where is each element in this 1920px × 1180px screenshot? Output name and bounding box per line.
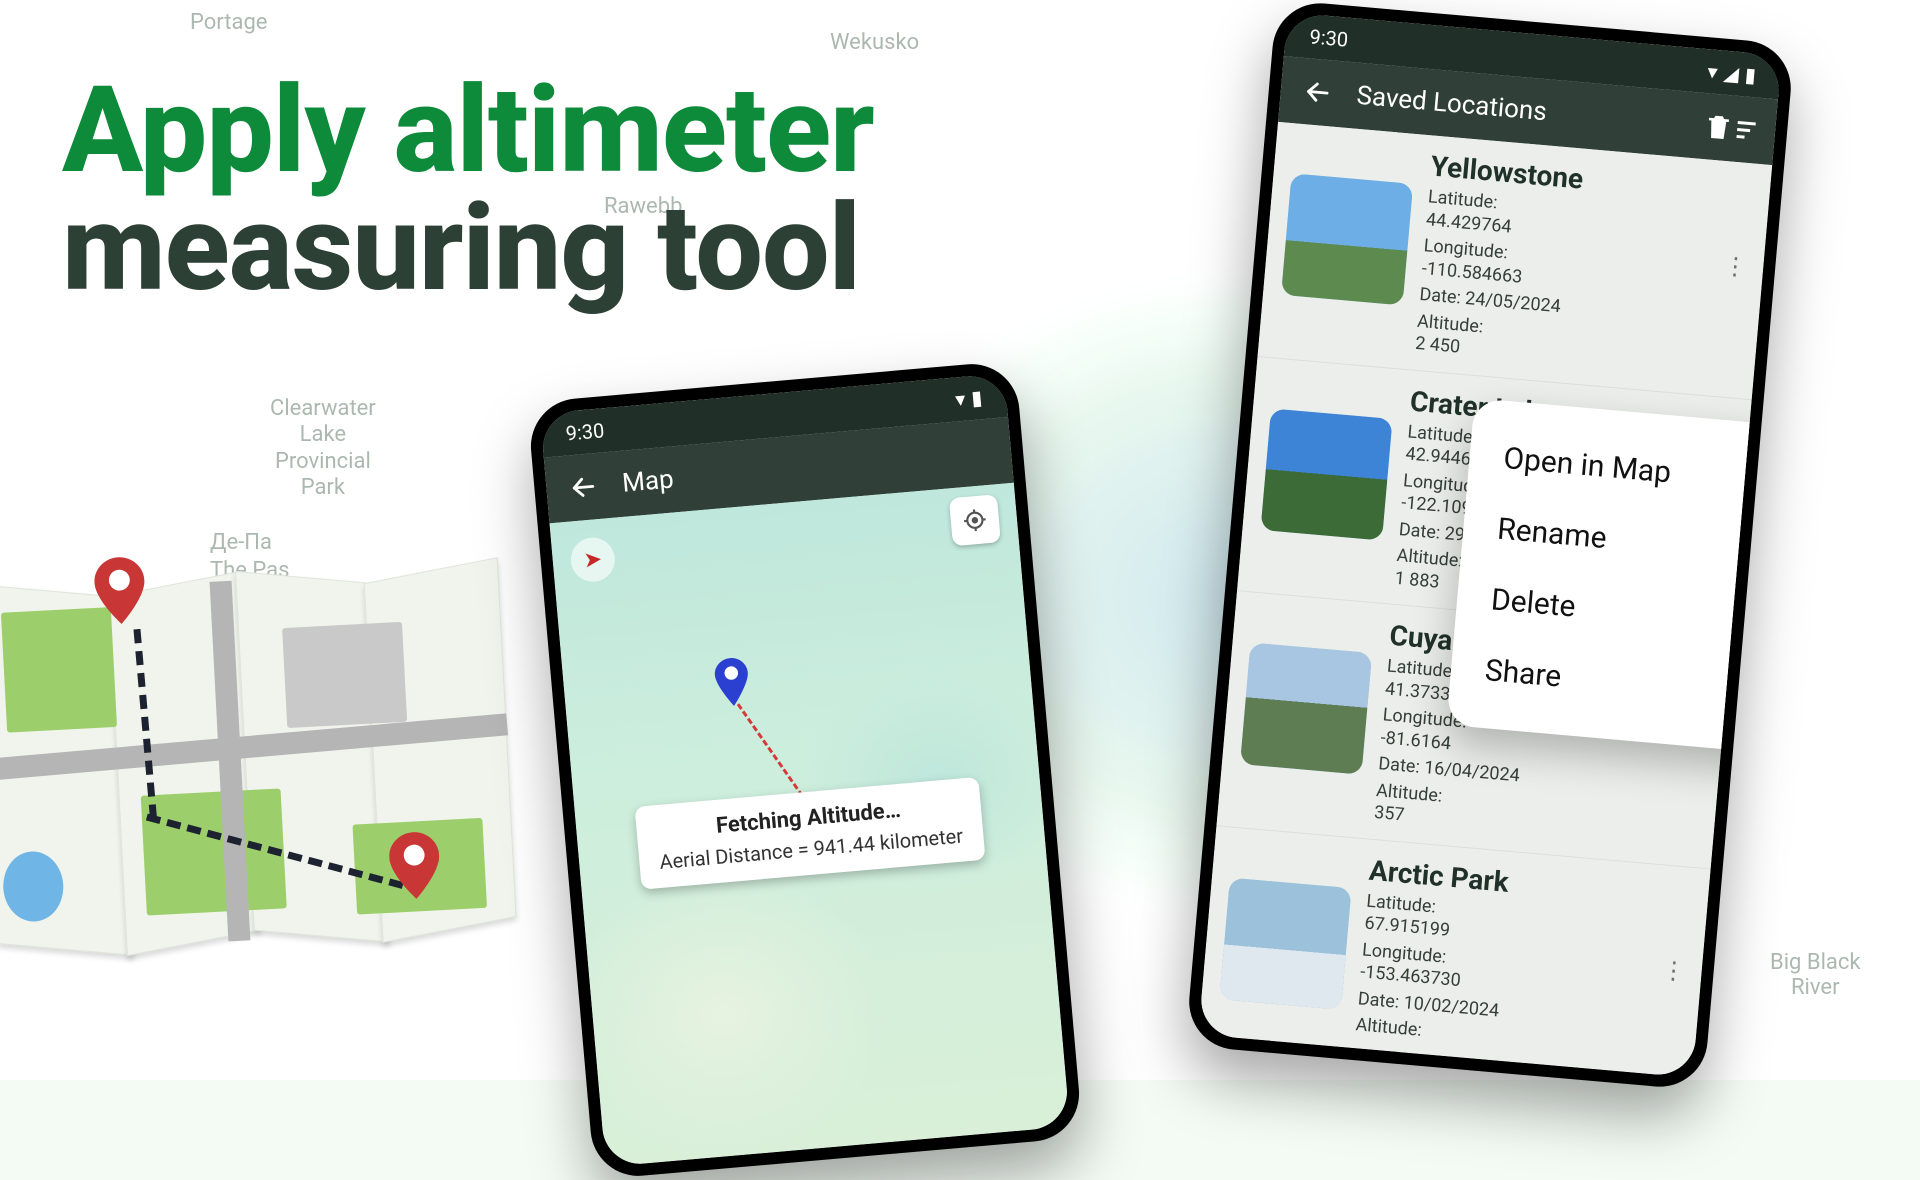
folded-map-illustration (0, 567, 520, 994)
location-thumbnail (1219, 877, 1351, 1009)
bg-label: Big Black River (1770, 950, 1861, 1000)
locate-me-button[interactable] (949, 494, 1001, 546)
bg-label: Clearwater Lake Provincial Park (270, 396, 376, 502)
status-icons: ▾◢▮ (1701, 59, 1757, 88)
headline-line1: Apply altimeter (62, 68, 874, 194)
row-menu-button[interactable]: ⋮ (1660, 955, 1686, 985)
bg-label: Portage (190, 10, 267, 35)
headline: Apply altimeter measuring tool (62, 68, 874, 312)
clock: 9:30 (565, 418, 606, 445)
row-menu-button[interactable]: ⋮ (1722, 251, 1748, 281)
headline-line2: measuring tool (62, 186, 874, 312)
pin-icon (93, 555, 146, 626)
screen-title: Saved Locations (1355, 81, 1548, 128)
location-thumbnail (1240, 643, 1372, 775)
context-menu: Open in Map Rename Delete Share (1446, 398, 1782, 755)
map-pin-icon[interactable] (712, 657, 752, 708)
location-meta: Yellowstone Latitude:44.429764 Longitude… (1414, 149, 1753, 383)
phone-saved-locations: 9:30 ▾◢▮ Saved Locations Yellowstone Lat… (1185, 0, 1795, 1091)
location-thumbnail (1281, 173, 1413, 305)
clock: 9:30 (1309, 24, 1350, 51)
location-row[interactable]: Arctic Park Latitude:67.915199 Longitude… (1198, 826, 1710, 1078)
compass-icon[interactable]: ➤ (569, 536, 617, 584)
back-icon[interactable] (1299, 74, 1336, 111)
screen-title: Map (621, 464, 675, 498)
status-icons: ▾▮ (948, 385, 983, 412)
bg-label: Wekusko (830, 30, 919, 55)
location-thumbnail (1260, 408, 1392, 540)
location-meta: Arctic Park Latitude:67.915199 Longitude… (1355, 853, 1692, 1064)
phone-map: 9:30 ▾▮ Map ➤ Fetching Altitude… Aerial (527, 360, 1083, 1180)
map-view[interactable]: ➤ Fetching Altitude… Aerial Distance = 9… (550, 483, 1071, 1167)
altitude-tooltip: Fetching Altitude… Aerial Distance = 941… (635, 777, 985, 890)
pin-icon (388, 830, 441, 901)
delete-all-button[interactable] (1702, 111, 1756, 145)
bg-label: Де-Па (210, 530, 272, 555)
back-icon[interactable] (565, 469, 602, 506)
location-row[interactable]: Yellowstone Latitude:44.429764 Longitude… (1258, 122, 1773, 400)
menu-share[interactable]: Share (1448, 632, 1782, 733)
